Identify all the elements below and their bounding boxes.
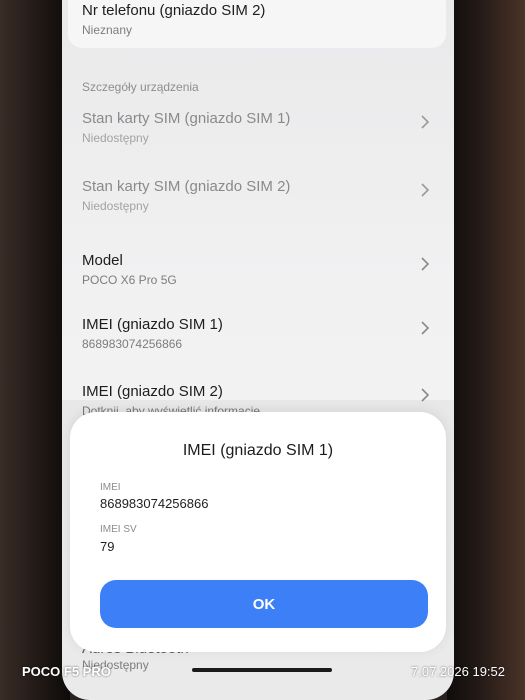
chevron-right-icon (421, 183, 430, 197)
imei-label: IMEI (100, 482, 121, 493)
phone-number-sim2-row[interactable]: Nr telefonu (gniazdo SIM 2) Nieznany (82, 2, 432, 48)
settings-item-model[interactable]: Model POCO X6 Pro 5G (82, 252, 432, 298)
photo-watermark-device: POCO F5 PRO (22, 664, 111, 679)
chevron-right-icon (421, 257, 430, 271)
chevron-right-icon (421, 321, 430, 335)
dialog-title: IMEI (gniazdo SIM 1) (182, 442, 334, 459)
section-header-device-details: Szczegóły urządzenia (82, 80, 199, 94)
phone-number-sim2-value: Nieznany (82, 23, 133, 37)
phone-bezel-right (447, 0, 525, 700)
imei-dialog: IMEI (gniazdo SIM 1) IMEI 86898307425686… (70, 412, 446, 652)
ok-button[interactable]: OK (100, 580, 428, 628)
settings-item-sim2-status[interactable]: Stan karty SIM (gniazdo SIM 2) Niedostęp… (82, 178, 432, 224)
phone-number-sim2-card[interactable]: Nr telefonu (gniazdo SIM 2) Nieznany (68, 0, 446, 48)
photo-watermark-datetime: 7.07.2026 19:52 (411, 664, 505, 679)
settings-item-title: IMEI (gniazdo SIM 1) (82, 316, 223, 333)
settings-item-title: Stan karty SIM (gniazdo SIM 2) (82, 178, 291, 195)
settings-item-sim1-status[interactable]: Stan karty SIM (gniazdo SIM 1) Niedostęp… (82, 110, 432, 156)
settings-item-title: Model (82, 252, 123, 269)
chevron-right-icon (421, 115, 430, 129)
settings-item-subtitle: Niedostępny (82, 199, 149, 213)
settings-item-imei-sim1[interactable]: IMEI (gniazdo SIM 1) 868983074256866 (82, 316, 432, 362)
imei-sv-label: IMEI SV (100, 524, 137, 535)
home-indicator[interactable] (192, 668, 332, 672)
phone-screen: Nr telefonu (gniazdo SIM 2) Nieznany Szc… (62, 0, 454, 700)
imei-value: 868983074256866 (100, 496, 209, 511)
phone-number-sim2-title: Nr telefonu (gniazdo SIM 2) (82, 2, 266, 19)
settings-item-title: IMEI (gniazdo SIM 2) (82, 383, 223, 400)
settings-item-subtitle: 868983074256866 (82, 337, 183, 351)
settings-item-subtitle: POCO X6 Pro 5G (82, 273, 177, 287)
settings-item-title: Stan karty SIM (gniazdo SIM 1) (82, 110, 291, 127)
phone-bezel-left (0, 0, 70, 700)
settings-item-subtitle: Niedostępny (82, 131, 149, 145)
imei-sv-value: 79 (100, 539, 115, 554)
